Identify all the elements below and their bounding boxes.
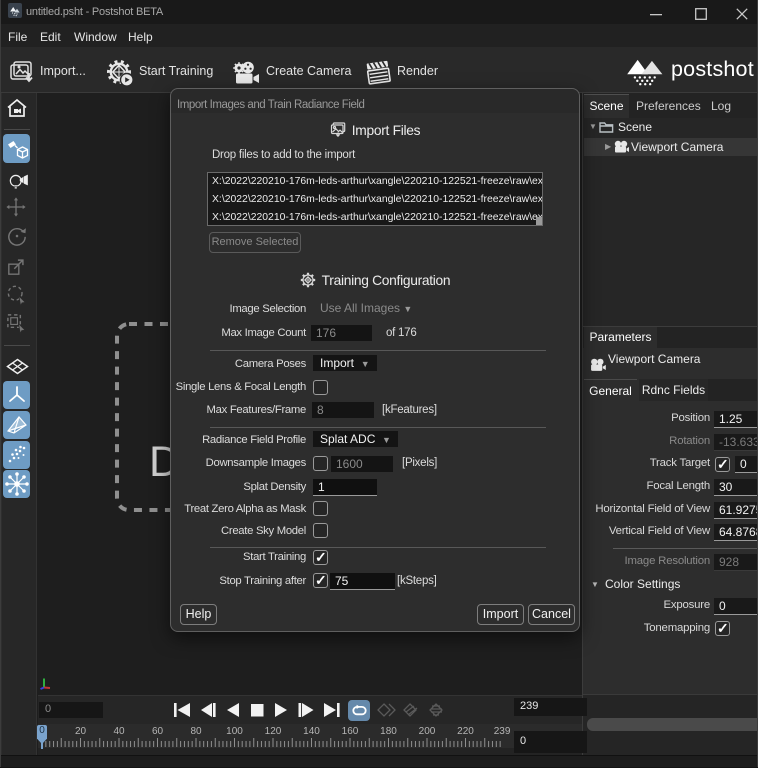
svg-text:160: 160: [342, 726, 359, 737]
svg-text:80: 80: [190, 726, 202, 737]
svg-text:120: 120: [265, 726, 282, 737]
svg-text:220: 220: [457, 726, 474, 737]
svg-text:239: 239: [494, 726, 511, 737]
svg-text:40: 40: [113, 726, 125, 737]
svg-text:20: 20: [75, 726, 87, 737]
svg-text:140: 140: [303, 726, 320, 737]
svg-text:60: 60: [152, 726, 164, 737]
svg-text:180: 180: [380, 726, 397, 737]
svg-text:200: 200: [419, 726, 436, 737]
svg-text:100: 100: [226, 726, 243, 737]
